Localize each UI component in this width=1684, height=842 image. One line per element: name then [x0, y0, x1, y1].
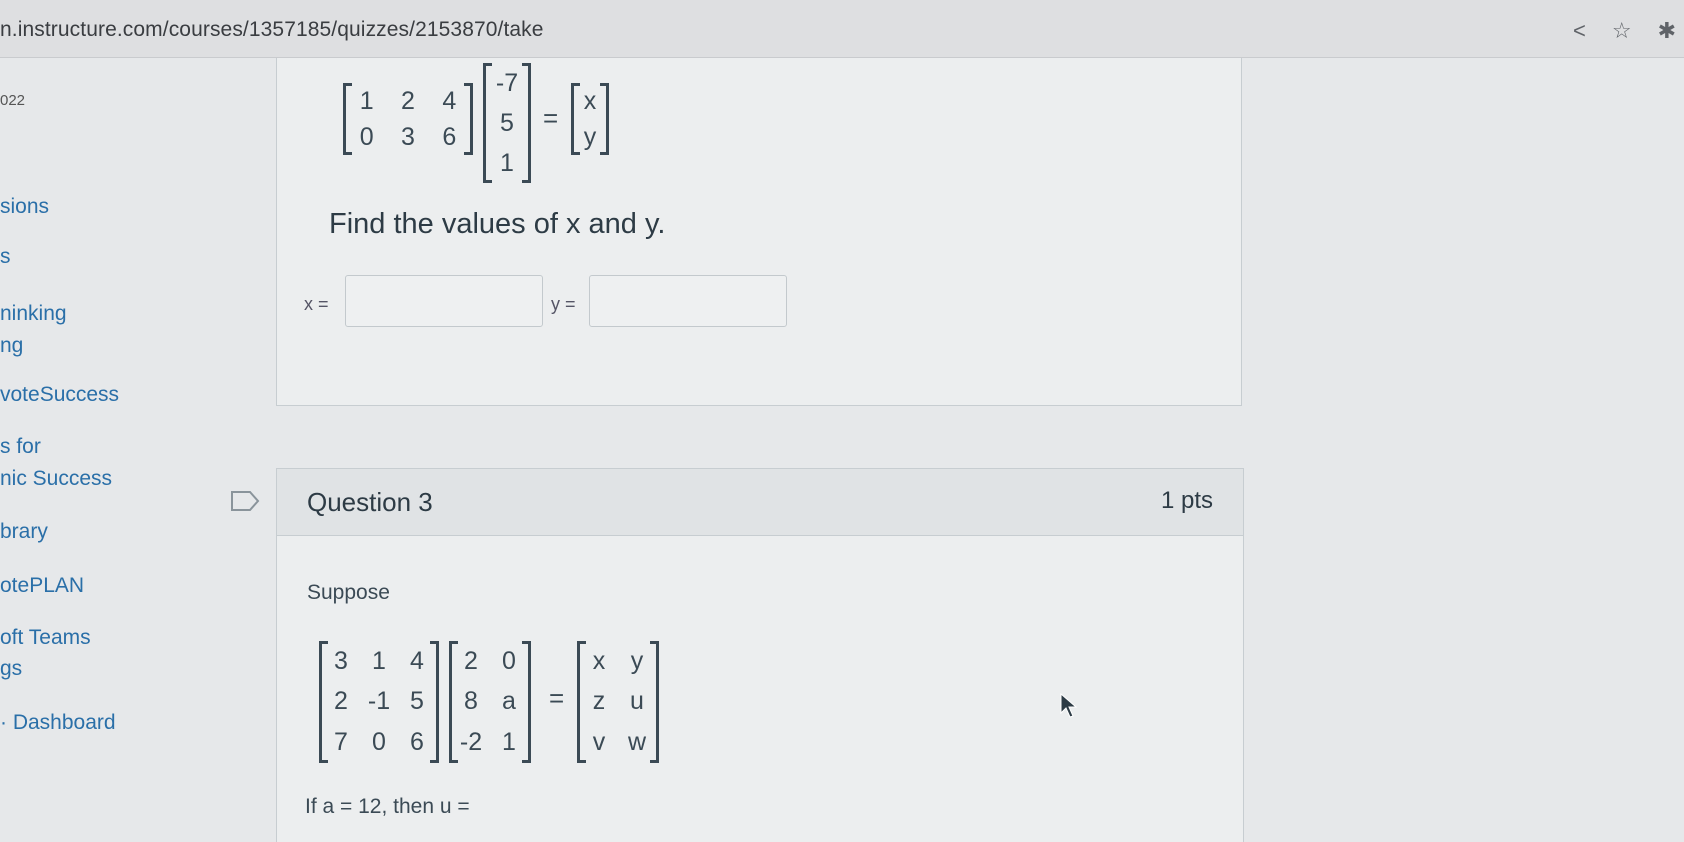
star-icon[interactable]: ☆	[1612, 20, 1632, 42]
vector-b: -7 5 1	[483, 63, 531, 183]
matrix-cell: 1	[502, 728, 516, 757]
nav-item[interactable]: oft Teams	[0, 626, 91, 650]
url-text[interactable]: n.instructure.com/courses/1357185/quizze…	[0, 18, 544, 42]
result-matrix: x y z u v w	[577, 641, 659, 763]
matrix-cell: x	[583, 86, 597, 115]
matrix-cell: 5	[410, 687, 424, 716]
matrix-cell: 2	[334, 687, 348, 716]
x-label: x =	[304, 294, 329, 314]
y-label: y =	[551, 294, 576, 314]
matrix-cell: 1	[359, 86, 374, 115]
course-navigation: 022 sions s ninking ng voteSuccess s for…	[0, 58, 230, 842]
matrix-cell: -1	[367, 687, 391, 716]
matrix-cell: 7	[334, 728, 348, 757]
nav-item[interactable]: brary	[0, 520, 48, 544]
matrix-cell: v	[592, 728, 606, 757]
question-points: 1 pts	[1160, 487, 1213, 514]
matrix-cell: z	[592, 687, 606, 716]
matrix-cell: 0	[359, 122, 374, 151]
course-year: 022	[0, 92, 26, 109]
matrix-cell: u	[630, 687, 644, 716]
nav-item[interactable]: · Dashboard	[0, 711, 116, 735]
flag-question-icon[interactable]	[230, 490, 260, 512]
matrix-cell: 3	[334, 646, 348, 675]
equals-sign: =	[543, 103, 559, 133]
matrix-cell: y	[583, 122, 597, 151]
question-intro: Suppose	[307, 581, 390, 604]
matrix-cell: y	[630, 646, 644, 675]
nav-item[interactable]: ng	[0, 334, 23, 358]
matrix-cell: w	[627, 728, 647, 757]
extension-icon[interactable]: ✱	[1658, 20, 1676, 42]
followup-prompt: If a = 12, then u =	[305, 795, 470, 818]
mouse-cursor-icon	[1060, 693, 1078, 718]
nav-item[interactable]: voteSuccess	[0, 383, 119, 407]
matrix-cell: a	[502, 687, 516, 716]
x-answer-input[interactable]	[345, 275, 543, 327]
matrix-cell: x	[592, 646, 606, 675]
nav-item[interactable]: gs	[0, 657, 22, 681]
question-prompt: Find the values of x and y.	[329, 208, 666, 240]
matrix-cell: 3	[401, 122, 415, 151]
result-vector: x y	[571, 83, 609, 155]
question-2-panel: 1 2 4 0 3 6 -7 5 1 = x y Find the values…	[276, 58, 1242, 406]
nav-item[interactable]: sions	[0, 195, 49, 219]
matrix-cell: 6	[410, 728, 424, 757]
question-title: Question 3	[307, 487, 433, 517]
equals-sign: =	[549, 683, 565, 713]
share-icon[interactable]: <	[1573, 20, 1586, 42]
matrix-cell: 2	[401, 86, 415, 115]
y-answer-input[interactable]	[589, 275, 787, 327]
matrix-cell: 4	[442, 86, 457, 115]
matrix-cell: 6	[442, 122, 457, 151]
matrix-cell: 2	[464, 646, 478, 675]
nav-item[interactable]: nic Success	[0, 467, 112, 491]
matrix-cell: 0	[372, 728, 386, 757]
matrix-a: 1 2 4 0 3 6	[343, 83, 473, 155]
matrix-cell: 5	[500, 108, 514, 137]
nav-item[interactable]: s	[0, 245, 11, 269]
matrix-cell: 0	[502, 646, 516, 675]
matrix-cell: 1	[372, 646, 386, 675]
matrix-b: 2 0 8 a -2 1	[449, 641, 531, 763]
matrix-cell: -7	[495, 68, 519, 97]
nav-item[interactable]: ninking	[0, 302, 67, 326]
question-3-panel: Question 3 1 pts Suppose 3 1 4 2 -1 5 7 …	[276, 468, 1244, 842]
browser-address-bar[interactable]: n.instructure.com/courses/1357185/quizze…	[0, 0, 1684, 58]
matrix-cell: 1	[500, 148, 514, 177]
browser-toolbar-icons: < ☆ ✱	[1573, 20, 1676, 42]
question-header: Question 3 1 pts	[277, 469, 1243, 536]
matrix-a: 3 1 4 2 -1 5 7 0 6	[319, 641, 439, 763]
nav-item[interactable]: otePLAN	[0, 574, 84, 598]
matrix-cell: 8	[464, 687, 478, 716]
matrix-cell: 4	[410, 646, 424, 675]
nav-item[interactable]: s for	[0, 435, 41, 459]
matrix-cell: -2	[459, 728, 483, 757]
